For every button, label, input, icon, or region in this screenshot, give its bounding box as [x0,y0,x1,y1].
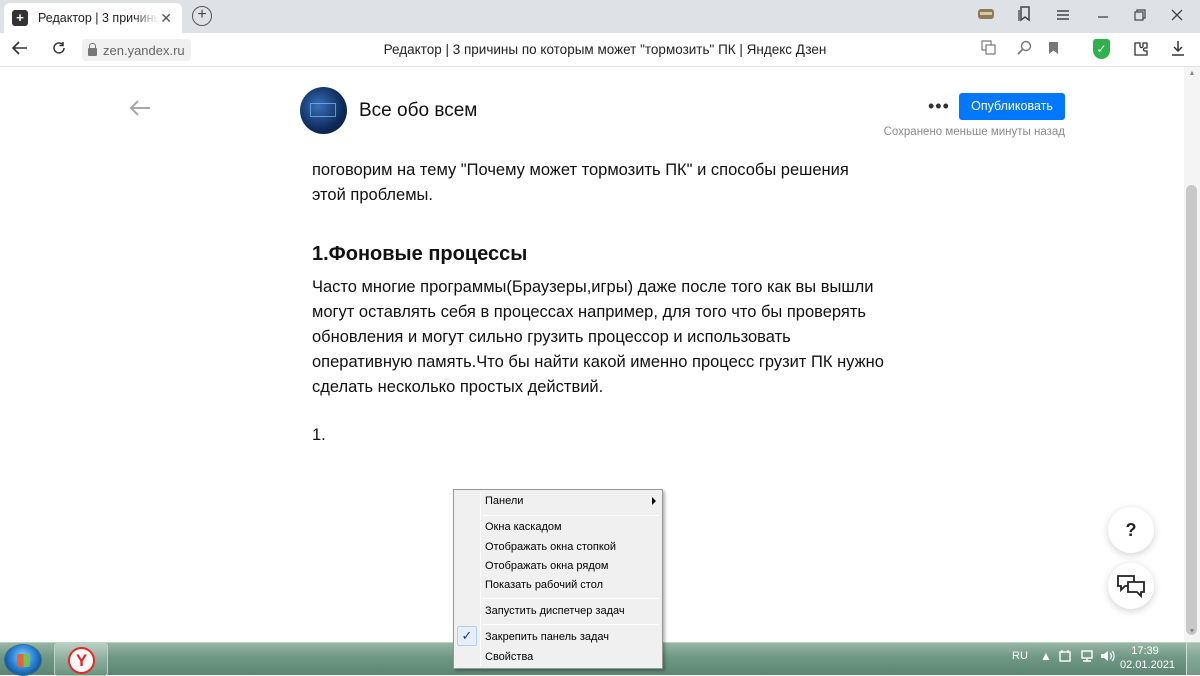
page-title: Редактор | 3 причины по которым может "т… [383,42,827,57]
clock-time: 17:39 [1131,645,1159,657]
article-heading[interactable]: 1.Фоновые процессы [312,243,912,266]
menu-item-side-by-side[interactable]: Отображать окна рядом [456,556,660,576]
minimize-icon[interactable] [1094,6,1112,26]
menu-separator [483,598,659,599]
submenu-arrow-icon [652,497,656,505]
scroll-thumb[interactable] [1186,185,1197,635]
text-line: поговорим на тему "Почему может тормозит… [312,161,849,179]
text-line: могут оставлять себя в процессах наприме… [312,303,866,321]
shield-icon[interactable]: ✓ [1093,39,1110,59]
channel-name[interactable]: Все обо всем [359,100,477,122]
url-text: zen.yandex.ru [103,42,185,58]
scroll-down-icon[interactable]: ▼ [1187,628,1197,635]
tray-expand-icon[interactable]: ▲ [1040,649,1052,663]
menu-item-show-desktop[interactable]: Показать рабочий стол [456,575,660,595]
tab-strip: + Редактор | 3 причины по которым может … [0,0,1200,33]
account-icon[interactable] [977,6,995,26]
reload-icon[interactable] [49,40,69,60]
tray-app-icon[interactable] [1058,649,1072,666]
bookmark-icon[interactable] [1043,40,1063,60]
menu-item-label: Панели [485,495,524,507]
navigation-bar: zen.yandex.ru Редактор | 3 причины по ко… [0,33,1200,67]
save-status: Сохранено меньше минуты назад [883,126,1065,138]
menu-item-panels[interactable]: Панели [456,491,660,511]
text-line: сделать несколько простых действий. [312,378,604,396]
download-icon[interactable] [1168,40,1188,60]
tab-editor[interactable]: + Редактор | 3 причины по которым может … [4,3,182,33]
menu-item-task-manager[interactable]: Запустить диспетчер задач [456,601,660,621]
close-icon[interactable]: ✕ [160,10,172,26]
menu-item-properties[interactable]: Свойства [456,647,660,667]
taskbar-app-yandex[interactable]: Y [54,643,108,676]
menu-icon[interactable] [1054,6,1072,26]
text-line: оперативную память.Что бы найти какой им… [312,353,884,371]
scroll-up-icon[interactable]: ▲ [1187,70,1197,77]
channel-avatar[interactable] [300,87,347,134]
yandex-browser-icon: Y [68,647,95,674]
article-intro[interactable]: поговорим на тему "Почему может тормозит… [312,158,912,208]
chat-icon[interactable] [1108,563,1154,609]
article-paragraph[interactable]: Часто многие программы(Браузеры,игры) да… [312,275,912,400]
network-icon[interactable] [1079,649,1095,666]
extensions-icon[interactable] [1131,40,1151,60]
translate-icon[interactable] [978,40,998,60]
start-button[interactable] [4,644,42,676]
address-bar[interactable]: zen.yandex.ru [82,39,191,61]
list-item[interactable]: 1. [312,423,912,448]
editor-back-icon[interactable] [128,96,152,124]
menu-separator [483,624,659,625]
menu-item-cascade[interactable]: Окна каскадом [456,517,660,537]
text-line: обновления и могут сильно грузить процес… [312,328,791,346]
taskbar-context-menu: Панели Окна каскадом Отображать окна сто… [453,489,663,669]
text-line: Часто многие программы(Браузеры,игры) да… [312,278,874,296]
language-indicator[interactable]: RU [1012,650,1028,662]
collections-icon[interactable] [1016,6,1034,26]
publish-button[interactable]: Опубликовать [959,93,1065,120]
lock-icon [88,42,97,56]
new-tab-button[interactable]: + [192,6,212,26]
clock-date: 02.01.2021 [1120,659,1176,671]
menu-item-lock-taskbar[interactable]: Закрепить панель задач [456,627,660,647]
text-line: этой проблемы. [312,186,433,204]
tab-title: Редактор | 3 причины по которым может "т… [38,11,158,25]
help-button[interactable]: ? [1108,507,1154,553]
restore-icon[interactable] [1131,6,1149,26]
show-desktop-button[interactable] [1186,643,1200,675]
plus-square-icon: + [12,10,28,26]
system-clock[interactable]: 17:39 02.01.2021 [1120,644,1176,672]
window-close-icon[interactable] [1168,6,1186,26]
menu-item-stack[interactable]: Отображать окна стопкой [456,537,660,557]
more-options-icon[interactable]: ••• [928,96,950,117]
volume-icon[interactable] [1100,649,1115,666]
zoom-icon[interactable] [1014,40,1034,60]
menu-separator [483,515,659,516]
arrow-left-icon[interactable] [10,40,30,60]
